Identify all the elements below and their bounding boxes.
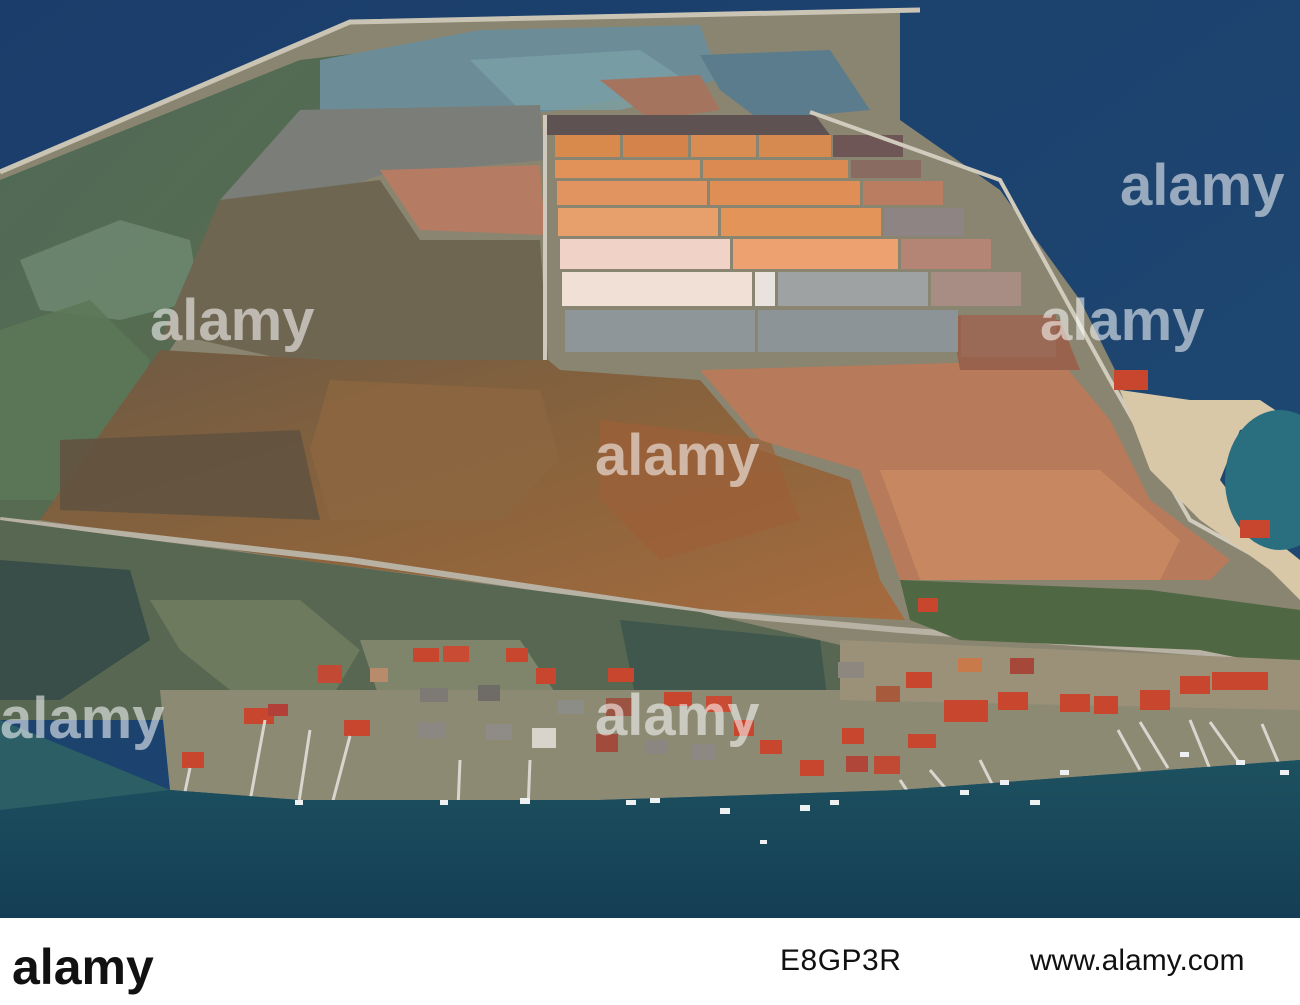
watermark-left: alamy [150, 288, 314, 353]
watermark-center: alamy [595, 423, 759, 488]
watermark-top-right: alamy [1120, 153, 1284, 218]
watermark-right: alamy [1040, 288, 1204, 353]
watermark-bottom-center: alamy [595, 683, 759, 748]
watermark-bottom-left: alamy [0, 686, 164, 751]
alamy-logo-text: alamy [12, 939, 154, 995]
footer-bar: alamy E8GP3R www.alamy.com [0, 918, 1300, 1005]
site-url[interactable]: www.alamy.com [1030, 944, 1244, 978]
aerial-photo: alamy alamy alamy alamy alamy alamy [0, 0, 1300, 918]
image-id: E8GP3R [780, 944, 902, 977]
alamy-logo: alamy [12, 939, 154, 995]
